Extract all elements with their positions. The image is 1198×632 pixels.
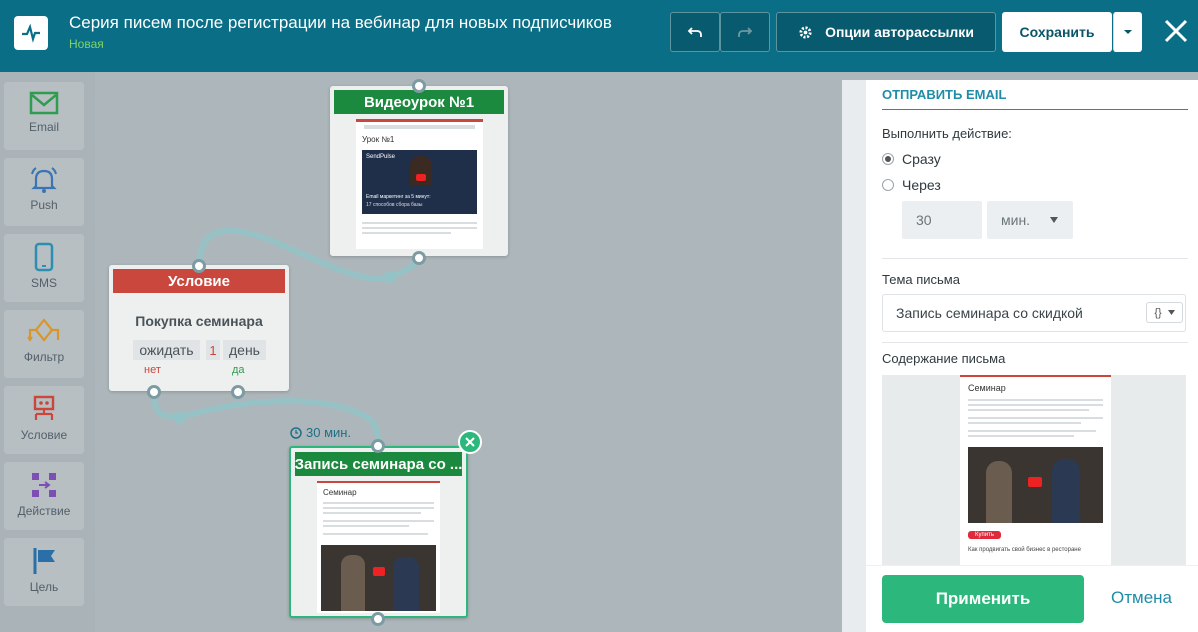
preview-heading: Урок №1 xyxy=(362,135,395,144)
remove-node-button[interactable] xyxy=(458,430,482,454)
panel-title: ОТПРАВИТЬ EMAIL xyxy=(882,87,1007,102)
video-caption: Email маркетинг за 5 минут: xyxy=(366,194,431,200)
content-label: Содержание письма xyxy=(882,351,1006,366)
email-preview-thumbnail: Семинар xyxy=(317,481,440,613)
wait-unit: день xyxy=(223,340,266,360)
node-title: Запись семинара со ... xyxy=(295,452,462,476)
save-button[interactable]: Сохранить xyxy=(1002,12,1112,52)
action-label: Выполнить действие: xyxy=(882,126,1012,141)
personalization-button[interactable]: {} xyxy=(1146,302,1183,323)
condition-node[interactable]: Условие Покупка семинара ожидать 1 день … xyxy=(109,265,289,391)
play-icon xyxy=(416,174,426,181)
autoresponder-options-label: Опции авторассылки xyxy=(825,24,974,40)
branch-yes-label: да xyxy=(232,364,245,376)
close-icon[interactable] xyxy=(1163,18,1189,44)
cancel-link[interactable]: Отмена xyxy=(1111,588,1172,608)
branch-no-label: нет xyxy=(144,364,161,376)
email-node-video[interactable]: Видеоурок №1 Урок №1 SendPulse Email мар… xyxy=(330,86,508,256)
save-label: Сохранить xyxy=(1019,24,1095,40)
radio-now-label[interactable]: Сразу xyxy=(902,151,941,167)
wait-label: ожидать xyxy=(133,340,200,360)
save-dropdown-button[interactable] xyxy=(1113,12,1142,52)
node-output-port[interactable] xyxy=(371,612,385,626)
delay-value-input[interactable]: 30 xyxy=(902,201,982,239)
preview-heading: Семинар xyxy=(323,488,357,497)
email-content-preview[interactable]: Семинар Купить Как продвигать свой бизне… xyxy=(882,375,1186,565)
chevron-down-icon xyxy=(1167,310,1175,315)
condition-name: Покупка семинара xyxy=(135,313,263,329)
panel-edge xyxy=(842,80,866,632)
radio-after-label[interactable]: Через xyxy=(902,177,941,193)
delay-badge: 30 мин. xyxy=(290,425,351,440)
video-thumbnail xyxy=(321,545,436,611)
branch-no-port[interactable] xyxy=(147,385,161,399)
video-brand: SendPulse xyxy=(366,154,396,160)
subject-input[interactable]: Запись семинара со скидкой xyxy=(882,294,1186,332)
node-input-port[interactable] xyxy=(371,439,385,453)
video-subcaption: 17 способов сбора базы xyxy=(366,202,423,208)
video-thumbnail: SendPulse Email маркетинг за 5 минут: 17… xyxy=(362,150,477,214)
subject-label: Тема письма xyxy=(882,272,960,287)
subject-value: Запись семинара со скидкой xyxy=(896,305,1083,321)
email-preview-thumbnail: Урок №1 SendPulse Email маркетинг за 5 м… xyxy=(356,119,483,249)
node-input-port[interactable] xyxy=(412,79,426,93)
radio-after[interactable] xyxy=(882,179,894,191)
delay-unit-select[interactable]: мин. xyxy=(987,201,1073,239)
section-divider xyxy=(882,342,1188,343)
delay-unit-value: мин. xyxy=(1001,212,1031,228)
node-output-port[interactable] xyxy=(412,251,426,265)
delay-label: 30 мин. xyxy=(306,425,352,440)
node-title: Видеоурок №1 xyxy=(334,90,504,114)
email-node-seminar[interactable]: Запись семинара со ... Семинар xyxy=(289,446,468,618)
node-input-port[interactable] xyxy=(192,259,206,273)
preview-footer: Как продвигать свой бизнес в ресторане xyxy=(968,547,1081,553)
play-icon xyxy=(373,567,385,576)
section-divider xyxy=(882,258,1188,259)
wait-value: 1 xyxy=(206,340,220,360)
preview-heading: Семинар xyxy=(968,383,1006,393)
close-icon xyxy=(465,437,475,447)
panel-divider xyxy=(882,109,1188,110)
video-thumbnail xyxy=(968,447,1103,523)
apply-button[interactable]: Применить xyxy=(882,575,1084,623)
chevron-down-icon xyxy=(1123,30,1132,34)
buy-button: Купить xyxy=(968,531,1001,539)
clock-icon xyxy=(290,426,302,439)
play-icon xyxy=(1028,477,1042,487)
radio-now[interactable] xyxy=(882,153,894,165)
variables-icon: {} xyxy=(1154,306,1162,319)
branch-yes-port[interactable] xyxy=(231,385,245,399)
chevron-down-icon xyxy=(1050,217,1059,223)
